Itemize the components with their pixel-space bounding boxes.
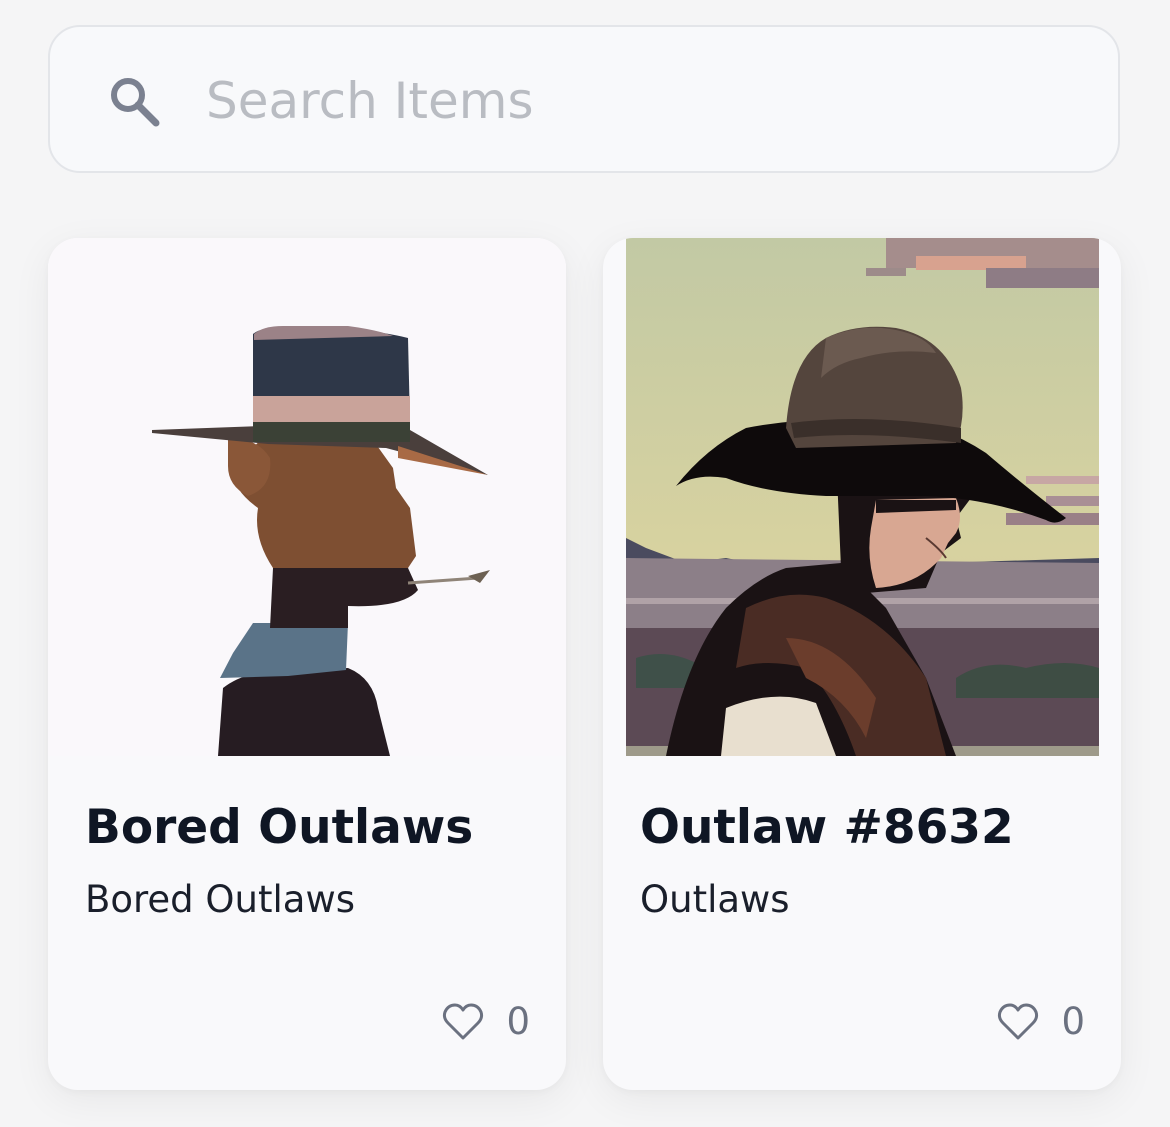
cowboy-silhouette-image — [48, 238, 566, 756]
nft-image[interactable] — [48, 238, 566, 756]
likes: 0 — [997, 1000, 1085, 1043]
like-count: 0 — [506, 1000, 530, 1043]
card-title[interactable]: Bored Outlaws — [85, 800, 473, 855]
card-collection[interactable]: Outlaws — [640, 878, 790, 921]
likes: 0 — [442, 1000, 530, 1043]
search-input[interactable] — [206, 57, 1066, 145]
heart-outline-icon[interactable] — [997, 1002, 1039, 1042]
page: Bored Outlaws Bored Outlaws 0 — [0, 0, 1170, 1127]
card-collection[interactable]: Bored Outlaws — [85, 878, 355, 921]
nft-image[interactable] — [626, 238, 1099, 756]
search-icon — [111, 78, 160, 127]
heart-outline-icon[interactable] — [442, 1002, 484, 1042]
nft-card[interactable]: Bored Outlaws Bored Outlaws 0 — [48, 238, 566, 1090]
like-count: 0 — [1061, 1000, 1085, 1043]
nft-card[interactable]: Outlaw #8632 Outlaws 0 — [603, 238, 1121, 1090]
card-title[interactable]: Outlaw #8632 — [640, 800, 1014, 855]
cowboy-landscape-image — [626, 238, 1099, 756]
search-bar[interactable] — [48, 25, 1120, 173]
